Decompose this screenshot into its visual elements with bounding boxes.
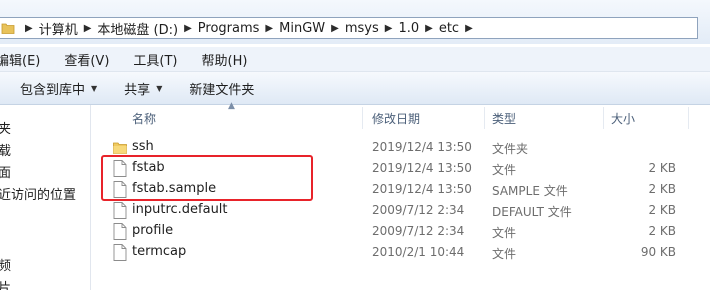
file-name: termcap [132,244,187,259]
file-date: 2019/12/4 13:50 [372,161,472,175]
file-row-termcap[interactable]: termcap 2010/2/1 10:44 文件 90 KB [91,242,710,263]
breadcrumb-separator[interactable]: ▶ [419,23,439,34]
nav-item-recent-places[interactable]: 近访问的位置 [0,184,76,203]
new-folder-label: 新建文件夹 [189,82,255,98]
file-icon [113,181,127,198]
column-header-size[interactable]: 大小 [611,110,635,127]
sort-ascending-icon: ▲ [228,101,235,111]
file-size: 2 KB [648,203,676,217]
file-type: 文件 [492,163,517,177]
file-size: 2 KB [648,161,676,175]
file-row-inputrc-default[interactable]: inputrc.default 2009/7/12 2:34 DEFAULT 文… [91,200,710,221]
menu-view[interactable]: 查看(V) [64,50,117,69]
file-type: 文件 [492,247,517,261]
column-divider[interactable] [362,107,363,129]
column-header-name[interactable]: 名称 [132,110,156,127]
navigation-pane: 夹 载 面 近访问的位置 频 片 [0,105,91,290]
file-icon [113,160,127,177]
breadcrumb-etc[interactable]: etc [439,21,459,36]
new-folder-button[interactable]: 新建文件夹 [189,79,254,98]
file-row-fstab-sample[interactable]: fstab.sample 2019/12/4 13:50 SAMPLE 文件 2… [91,179,710,200]
file-name: fstab.sample [132,181,217,196]
file-date: 2010/2/1 10:44 [372,245,465,259]
folder-icon [1,19,19,37]
file-row-ssh[interactable]: ssh 2019/12/4 13:50 文件夹 [91,137,710,158]
breadcrumb-mingw[interactable]: MinGW [279,21,325,36]
include-in-library-button[interactable]: 包含到库中 ▼ [20,79,97,98]
file-size: 2 KB [648,224,676,238]
file-name: profile [132,223,174,238]
breadcrumb-separator[interactable]: ▶ [78,23,98,34]
folder-icon [113,139,127,156]
breadcrumb-separator[interactable]: ▶ [379,23,399,34]
file-name: fstab [132,160,165,175]
nav-item-desktop[interactable]: 面 [0,162,11,181]
breadcrumb-version[interactable]: 1.0 [398,21,419,36]
chevron-down-icon: ▼ [91,83,98,93]
breadcrumb-msys[interactable]: msys [345,21,379,36]
column-divider[interactable] [603,107,604,129]
column-divider[interactable] [484,107,485,129]
file-name: ssh [132,139,154,154]
file-date: 2009/7/12 2:34 [372,203,465,217]
file-date: 2009/7/12 2:34 [372,224,465,238]
menu-help[interactable]: 帮助(H) [202,50,256,69]
nav-item-pictures[interactable]: 片 [0,277,11,290]
file-icon [113,202,127,219]
chevron-down-icon: ▼ [156,83,163,93]
file-date: 2019/12/4 13:50 [372,140,472,154]
column-header-row: ▲ 名称 修改日期 类型 大小 [91,101,710,131]
column-header-date[interactable]: 修改日期 [372,110,420,127]
file-size: 90 KB [640,245,676,259]
nav-item-downloads[interactable]: 载 [0,140,11,159]
breadcrumb-local-disk[interactable]: 本地磁盘 (D:) [97,19,178,38]
breadcrumb-separator[interactable]: ▶ [178,23,198,34]
breadcrumb-separator[interactable]: ▶ [259,23,279,34]
breadcrumb-computer[interactable]: 计算机 [39,19,78,38]
menu-edit[interactable]: 编辑(E) [0,50,48,69]
share-button[interactable]: 共享 ▼ [124,79,162,98]
file-row-fstab[interactable]: fstab 2019/12/4 13:50 文件 2 KB [91,158,710,179]
file-name: inputrc.default [132,202,228,217]
file-type: 文件夹 [492,142,529,156]
breadcrumb-separator[interactable]: ▶ [19,23,39,34]
file-type: SAMPLE 文件 [492,184,568,198]
nav-item-videos[interactable]: 频 [0,255,11,274]
address-bar-area: ▶ 计算机 ▶ 本地磁盘 (D:) ▶ Programs ▶ MinGW ▶ m… [0,0,710,44]
menu-bar: 编辑(E) 查看(V) 工具(T) 帮助(H) [0,47,710,72]
file-date: 2019/12/4 13:50 [372,182,472,196]
file-icon [113,223,127,240]
column-divider[interactable] [688,107,689,129]
file-list: ▲ 名称 修改日期 类型 大小 ssh 2019/12/4 13:50 文件夹 … [91,101,710,290]
include-in-library-label: 包含到库中 [20,82,86,98]
file-type: DEFAULT 文件 [492,205,572,219]
column-header-type[interactable]: 类型 [492,110,516,127]
breadcrumb-programs[interactable]: Programs [198,21,260,36]
file-icon [113,244,127,261]
file-size: 2 KB [648,182,676,196]
file-row-profile[interactable]: profile 2009/7/12 2:34 文件 2 KB [91,221,710,242]
command-bar: 包含到库中 ▼ 共享 ▼ 新建文件夹 [0,72,710,105]
menu-tools[interactable]: 工具(T) [133,50,185,69]
share-label: 共享 [124,82,151,98]
breadcrumb-separator[interactable]: ▶ [459,23,479,34]
breadcrumb-separator[interactable]: ▶ [325,23,345,34]
file-type: 文件 [492,226,517,240]
nav-item-favorites[interactable]: 夹 [0,118,11,137]
address-bar[interactable]: ▶ 计算机 ▶ 本地磁盘 (D:) ▶ Programs ▶ MinGW ▶ m… [0,17,698,39]
